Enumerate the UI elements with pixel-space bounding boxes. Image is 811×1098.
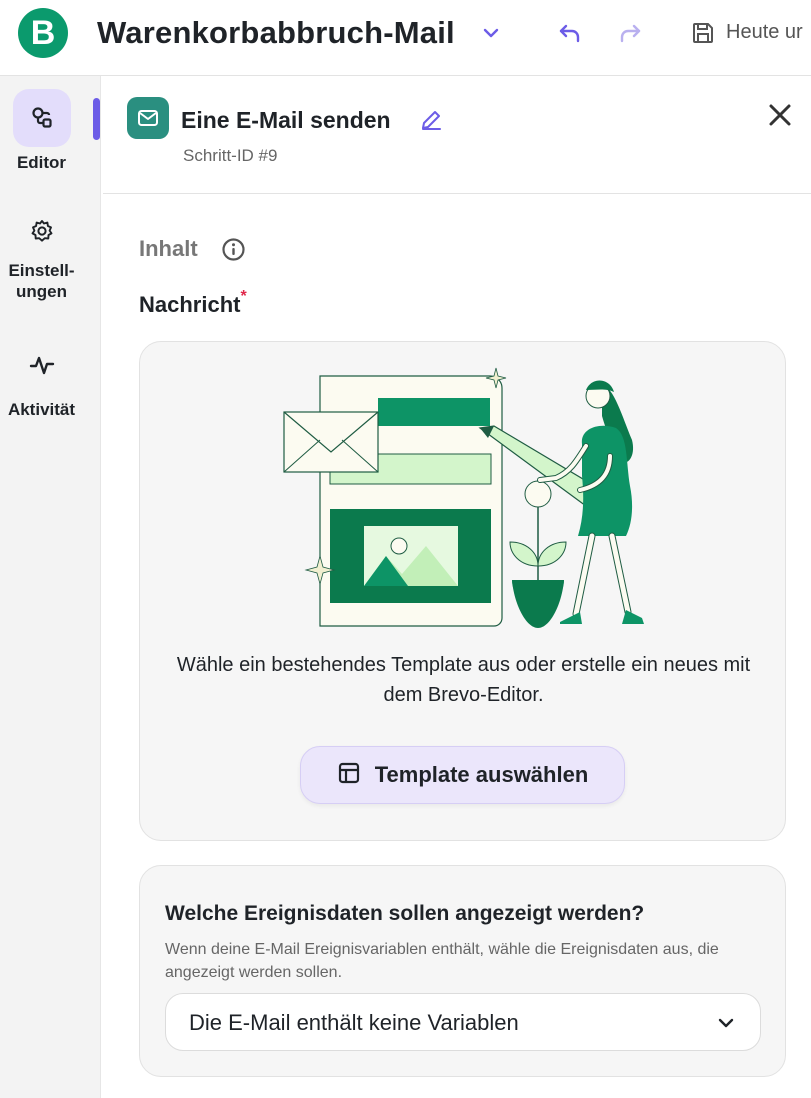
email-editor-illustration [280,366,650,633]
logo-letter: B [30,14,56,52]
active-nav-indicator [93,98,100,140]
event-data-select-value: Die E-Mail enthält keine Variablen [189,1010,519,1035]
activity-icon [13,344,71,386]
gear-icon [13,210,71,252]
message-label: Nachricht* [139,288,247,318]
nav-item-settings[interactable]: Einstell- ungen [0,210,83,302]
workflow-title[interactable]: Warenkorbabbruch-Mail [97,15,455,51]
select-template-label: Template auswählen [374,762,589,787]
redo-icon[interactable] [617,20,643,46]
save-status-label: Heute ur [726,21,803,43]
nav-item-activity[interactable]: Aktivität [0,344,83,420]
select-template-button[interactable]: Template auswählen [300,746,625,804]
message-card-text: Wähle ein bestehendes Template aus oder … [176,654,751,706]
message-card: Wähle ein bestehendes Template aus oder … [139,341,786,841]
step-id: Schritt-ID #9 [183,146,278,165]
undo-icon[interactable] [557,20,583,46]
chevron-down-icon [716,1013,736,1038]
event-data-select[interactable]: Die E-Mail enthält keine Variablen [165,993,761,1051]
save-icon[interactable] [690,20,716,46]
workflow-icon [12,89,71,147]
left-sidebar: Editor Einstell- ungen Aktivität [0,76,101,1098]
chevron-down-icon[interactable] [478,20,504,46]
nav-label-editor: Editor [16,153,67,172]
section-label-content: Inhalt [139,236,198,261]
layout-icon [337,761,361,790]
event-data-description: Wenn deine E-Mail Ereignisvariablen enth… [165,941,719,981]
mail-icon [127,97,169,139]
top-bar: B Warenkorbabbruch-Mail Heute ur [0,0,811,76]
info-icon[interactable] [221,237,246,267]
step-header: Eine E-Mail senden Schritt-ID #9 [103,76,811,194]
message-label-text: Nachricht [139,292,241,317]
close-icon[interactable] [765,100,795,130]
pencil-icon[interactable] [419,108,443,137]
required-mark: * [240,288,247,305]
event-data-title: Welche Ereignisdaten sollen angezeigt we… [165,902,645,925]
nav-item-editor[interactable]: Editor [0,89,83,173]
event-data-card: Welche Ereignisdaten sollen angezeigt we… [139,865,786,1077]
brevo-logo[interactable]: B [18,8,68,58]
nav-label-activity: Aktivität [7,400,76,419]
step-title: Eine E-Mail senden [181,107,391,133]
nav-label-settings: Einstell- ungen [8,261,75,301]
